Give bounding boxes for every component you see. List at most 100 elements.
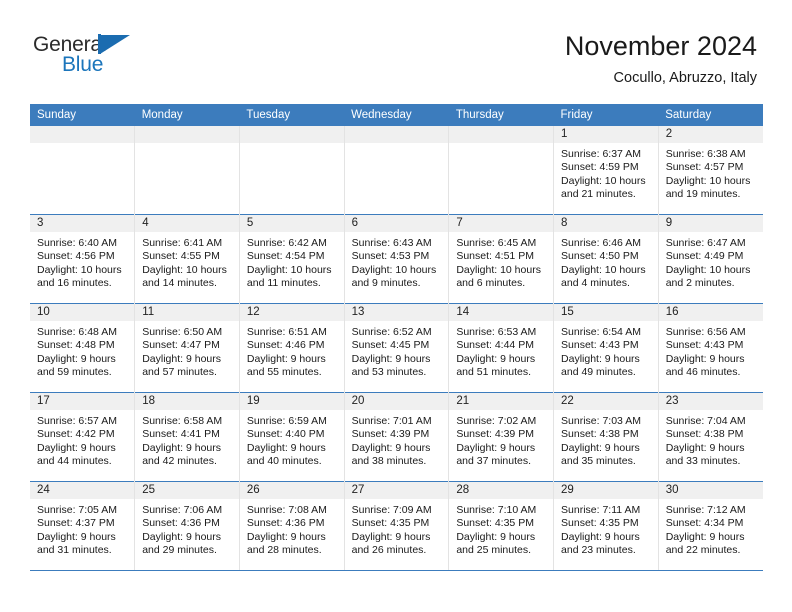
weekday-header-sunday: Sunday: [30, 104, 135, 126]
sunrise-time: Sunrise: 6:51 AM: [246, 326, 327, 338]
day-sun-info: Sunrise: 6:54 AM Sunset: 4:43 PM Daylight:…: [554, 322, 658, 380]
calendar-day-cell[interactable]: 10 Sunrise: 6:48 AM Sunset: 4:48 PM Dayligh…: [30, 303, 136, 393]
day-number: 16: [658, 304, 763, 322]
sunset-time: Sunset: 4:45 PM: [351, 339, 430, 352]
calendar-day-cell[interactable]: 3 Sunrise: 6:40 AM Sunset: 4:56 PM Daylight…: [30, 214, 136, 304]
calendar-day-cell[interactable]: 12 Sunrise: 6:51 AM Sunset: 4:46 PM Dayligh…: [239, 303, 345, 393]
calendar-day-cell[interactable]: 8 Sunrise: 6:46 AM Sunset: 4:50 PM Daylight…: [553, 214, 659, 304]
calendar-day-cell[interactable]: 27 Sunrise: 7:09 AM Sunset: 4:35 PM Dayligh…: [344, 481, 450, 570]
calendar-week-row: 17 Sunrise: 6:57 AM Sunset: 4:42 PM Dayligh…: [30, 392, 763, 482]
day-sun-info: Sunrise: 6:57 AM Sunset: 4:42 PM Daylight:…: [30, 411, 134, 469]
day-sun-info: Sunrise: 6:50 AM Sunset: 4:47 PM Daylight:…: [135, 322, 239, 380]
calendar-day-cell[interactable]: 2 Sunrise: 6:38 AM Sunset: 4:57 PM Daylight…: [658, 126, 763, 215]
calendar-table: Sunday Monday Tuesday Wednesday Thursday…: [30, 104, 763, 570]
sunrise-time: Sunrise: 6:48 AM: [37, 326, 117, 338]
calendar-day-cell[interactable]: 4 Sunrise: 6:41 AM Sunset: 4:55 PM Daylight…: [134, 214, 240, 304]
day-number: 7: [449, 215, 554, 233]
day-number: 13: [344, 304, 449, 322]
day-number: 5: [239, 215, 344, 233]
calendar-day-cell-empty[interactable]: [344, 126, 450, 215]
day-number: 21: [449, 393, 554, 411]
day-sun-info: Sunrise: 7:12 AM Sunset: 4:34 PM Daylight:…: [659, 500, 763, 558]
day-number: 27: [344, 482, 449, 500]
day-sun-info: Sunrise: 6:58 AM Sunset: 4:41 PM Daylight:…: [135, 411, 239, 469]
sunset-time: Sunset: 4:40 PM: [246, 428, 325, 441]
daylight-duration: Daylight: 10 hours and 21 minutes.: [561, 174, 646, 201]
calendar-day-cell[interactable]: 13 Sunrise: 6:52 AM Sunset: 4:45 PM Dayligh…: [344, 303, 450, 393]
sunrise-time: Sunrise: 7:02 AM: [456, 415, 537, 427]
daylight-duration: Daylight: 9 hours and 55 minutes.: [246, 352, 326, 379]
sunset-time: Sunset: 4:36 PM: [142, 517, 220, 530]
calendar-day-cell-empty[interactable]: [448, 126, 555, 215]
day-number: 2: [658, 126, 763, 144]
daylight-duration: Daylight: 9 hours and 31 minutes.: [37, 530, 116, 557]
weekday-header-wednesday: Wednesday: [344, 104, 449, 126]
day-sun-info: Sunrise: 6:41 AM Sunset: 4:55 PM Daylight:…: [135, 233, 239, 291]
day-number: 23: [658, 393, 763, 411]
weekday-header-monday: Monday: [134, 104, 240, 126]
calendar-day-cell[interactable]: 18 Sunrise: 6:58 AM Sunset: 4:41 PM Dayligh…: [134, 392, 240, 482]
calendar-day-cell[interactable]: 28 Sunrise: 7:10 AM Sunset: 4:35 PM Dayligh…: [448, 481, 555, 570]
calendar-day-cell[interactable]: 24 Sunrise: 7:05 AM Sunset: 4:37 PM Dayligh…: [30, 481, 136, 570]
calendar-day-cell[interactable]: 23 Sunrise: 7:04 AM Sunset: 4:38 PM Dayligh…: [658, 392, 763, 482]
calendar-day-cell[interactable]: 30 Sunrise: 7:12 AM Sunset: 4:34 PM Dayligh…: [658, 481, 763, 570]
sunset-time: Sunset: 4:51 PM: [456, 250, 534, 263]
day-sun-info: Sunrise: 6:43 AM Sunset: 4:53 PM Daylight:…: [345, 233, 449, 291]
calendar-day-cell[interactable]: 1 Sunrise: 6:37 AM Sunset: 4:59 PM Daylight…: [553, 126, 659, 215]
calendar-day-cell-empty[interactable]: [134, 126, 240, 215]
day-number: 19: [239, 393, 344, 411]
calendar-day-cell[interactable]: 15 Sunrise: 6:54 AM Sunset: 4:43 PM Dayligh…: [553, 303, 659, 393]
sunrise-time: Sunrise: 6:40 AM: [37, 237, 117, 249]
day-sun-info: Sunrise: 7:02 AM Sunset: 4:39 PM Daylight:…: [449, 411, 553, 469]
day-number: 17: [30, 393, 135, 411]
day-sun-info: Sunrise: 6:45 AM Sunset: 4:51 PM Daylight:…: [449, 233, 553, 291]
sunrise-time: Sunrise: 7:01 AM: [351, 415, 432, 427]
sunset-time: Sunset: 4:39 PM: [351, 428, 430, 441]
sunrise-time: Sunrise: 7:04 AM: [665, 415, 746, 427]
day-sun-info: Sunrise: 7:06 AM Sunset: 4:36 PM Daylight:…: [135, 500, 239, 558]
day-sun-info: Sunrise: 6:40 AM Sunset: 4:56 PM Daylight:…: [30, 233, 134, 291]
day-sun-info: Sunrise: 6:51 AM Sunset: 4:46 PM Daylight:…: [240, 322, 344, 380]
calendar-day-cell[interactable]: 20 Sunrise: 7:01 AM Sunset: 4:39 PM Dayligh…: [344, 392, 450, 482]
calendar-day-cell-empty[interactable]: [30, 126, 136, 215]
day-number: [239, 126, 344, 144]
calendar-day-cell[interactable]: 21 Sunrise: 7:02 AM Sunset: 4:39 PM Dayligh…: [448, 392, 555, 482]
calendar-day-cell[interactable]: 16 Sunrise: 6:56 AM Sunset: 4:43 PM Dayligh…: [658, 303, 763, 393]
calendar-day-cell[interactable]: 22 Sunrise: 7:03 AM Sunset: 4:38 PM Dayligh…: [553, 392, 659, 482]
calendar-day-cell[interactable]: 6 Sunrise: 6:43 AM Sunset: 4:53 PM Daylight…: [344, 214, 450, 304]
calendar-day-cell[interactable]: 9 Sunrise: 6:47 AM Sunset: 4:49 PM Daylight…: [658, 214, 763, 304]
calendar-day-cell[interactable]: 29 Sunrise: 7:11 AM Sunset: 4:35 PM Dayligh…: [553, 481, 659, 570]
calendar-day-cell[interactable]: 11 Sunrise: 6:50 AM Sunset: 4:47 PM Dayligh…: [134, 303, 240, 393]
calendar-day-cell[interactable]: 19 Sunrise: 6:59 AM Sunset: 4:40 PM Dayligh…: [239, 392, 345, 482]
sunset-time: Sunset: 4:53 PM: [351, 250, 430, 263]
sunrise-time: Sunrise: 6:53 AM: [456, 326, 537, 338]
sunrise-time: Sunrise: 6:57 AM: [37, 415, 117, 427]
calendar-day-cell-empty[interactable]: [239, 126, 345, 215]
sunrise-time: Sunrise: 6:59 AM: [246, 415, 327, 427]
daylight-duration: Daylight: 9 hours and 22 minutes.: [665, 530, 745, 557]
daylight-duration: Daylight: 9 hours and 29 minutes.: [142, 530, 221, 557]
sunset-time: Sunset: 4:35 PM: [561, 517, 639, 530]
location-subtitle: Cocullo, Abruzzo, Italy: [613, 70, 757, 86]
calendar-day-cell[interactable]: 25 Sunrise: 7:06 AM Sunset: 4:36 PM Dayligh…: [134, 481, 240, 570]
calendar-week-row: 3 Sunrise: 6:40 AM Sunset: 4:56 PM Daylight…: [30, 214, 763, 304]
day-number: 22: [554, 393, 658, 411]
triangle-flag-icon: [100, 35, 130, 54]
daylight-duration: Daylight: 9 hours and 59 minutes.: [37, 352, 116, 379]
sunrise-time: Sunrise: 6:45 AM: [456, 237, 537, 249]
sunrise-time: Sunrise: 6:46 AM: [561, 237, 641, 249]
daylight-duration: Daylight: 9 hours and 51 minutes.: [456, 352, 536, 379]
calendar-day-cell[interactable]: 17 Sunrise: 6:57 AM Sunset: 4:42 PM Dayligh…: [30, 392, 136, 482]
sunset-time: Sunset: 4:50 PM: [561, 250, 639, 263]
calendar-day-cell[interactable]: 5 Sunrise: 6:42 AM Sunset: 4:54 PM Daylight…: [239, 214, 345, 304]
sunset-time: Sunset: 4:38 PM: [665, 428, 744, 441]
calendar-day-cell[interactable]: 7 Sunrise: 6:45 AM Sunset: 4:51 PM Daylight…: [448, 214, 555, 304]
calendar-day-cell[interactable]: 26 Sunrise: 7:08 AM Sunset: 4:36 PM Dayligh…: [239, 481, 345, 570]
day-sun-info: Sunrise: 6:56 AM Sunset: 4:43 PM Daylight:…: [659, 322, 763, 380]
day-number: [135, 126, 239, 144]
sunrise-time: Sunrise: 6:58 AM: [142, 415, 223, 427]
day-number: 14: [449, 304, 554, 322]
sunset-time: Sunset: 4:49 PM: [665, 250, 744, 263]
page-title: November 2024: [564, 31, 757, 61]
calendar-day-cell[interactable]: 14 Sunrise: 6:53 AM Sunset: 4:44 PM Dayligh…: [448, 303, 555, 393]
